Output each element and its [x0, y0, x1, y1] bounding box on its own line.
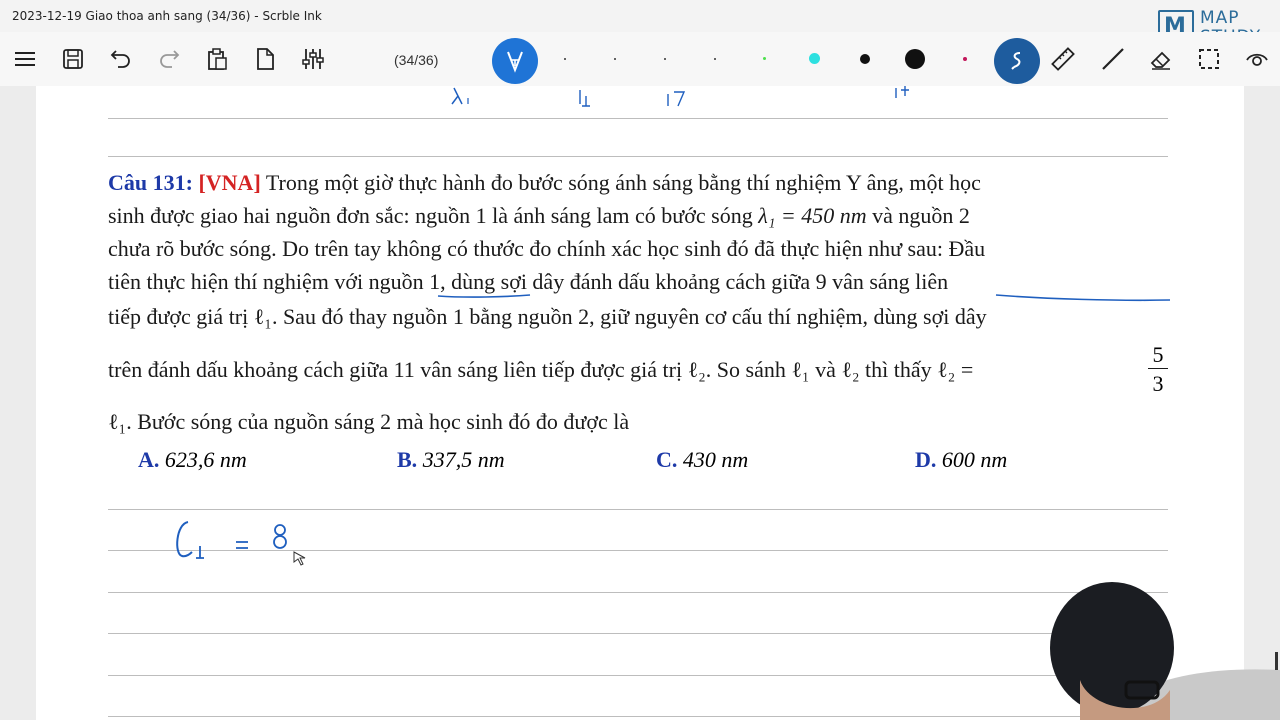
toolbar: (34/36) — [0, 32, 1280, 86]
color-dot-magenta[interactable] — [963, 57, 967, 61]
ruled-line — [108, 118, 1168, 119]
ruled-line — [108, 633, 1168, 634]
handwriting-work — [176, 521, 306, 566]
redo-icon[interactable] — [154, 44, 184, 74]
fraction-denominator: 3 — [1152, 371, 1164, 396]
question-label: Câu 131: — [108, 170, 193, 195]
ruled-line — [108, 592, 1168, 593]
stroke-size-dot[interactable] — [664, 58, 666, 60]
scrollbar-thumb[interactable] — [1275, 652, 1278, 670]
question-line-3: chưa rõ bước sóng. Do trên tay không có … — [108, 236, 986, 261]
lambda-expression: λ₁ = 450 nm — [758, 203, 867, 228]
question-line-6: trên đánh dấu khoảng cách giữa 11 vân sá… — [108, 357, 974, 382]
fraction-numerator: 5 — [1152, 342, 1164, 367]
title-bar: 2023-12-19 Giao thoa anh sang (34/36) - … — [0, 0, 1280, 32]
question-line-7: ℓ₁. Bước sóng của nguồn sáng 2 mà học si… — [108, 409, 630, 434]
stroke-size-dot[interactable] — [614, 58, 616, 60]
ruled-line — [108, 675, 1168, 676]
save-icon[interactable] — [58, 44, 88, 74]
settings-sliders-icon[interactable] — [298, 44, 328, 74]
question-line-1: Câu 131: [VNA] Trong một giờ thực hành đ… — [108, 170, 981, 195]
menu-icon[interactable] — [10, 44, 40, 74]
undo-icon[interactable] — [106, 44, 136, 74]
eraser-icon[interactable] — [1146, 44, 1176, 74]
select-icon[interactable] — [1194, 44, 1224, 74]
stroke-size-dot-large[interactable] — [905, 49, 925, 69]
logo-text-map: MAP — [1200, 8, 1240, 28]
stroke-size-dot[interactable] — [564, 58, 566, 60]
answer-d[interactable]: D. 600 nm — [915, 447, 1007, 473]
view-icon[interactable] — [1242, 44, 1272, 74]
page-indicator: (34/36) — [394, 52, 439, 68]
answer-c[interactable]: C. 430 nm — [656, 447, 748, 473]
stroke-size-dot-medium[interactable] — [860, 54, 870, 64]
question-line-2: sinh được giao hai nguồn đơn sắc: nguồn … — [108, 203, 970, 228]
answer-options: A. 623,6 nm B. 337,5 nm C. 430 nm D. 600… — [36, 447, 1244, 477]
stroke-size-dot[interactable] — [714, 58, 716, 60]
webcam-presenter — [1040, 570, 1280, 720]
answer-a[interactable]: A. 623,6 nm — [138, 447, 247, 473]
new-page-icon[interactable] — [250, 44, 280, 74]
lasso-icon[interactable] — [994, 38, 1040, 84]
line-icon[interactable] — [1098, 44, 1128, 74]
pen-icon[interactable] — [492, 38, 538, 84]
color-dot-cyan[interactable] — [809, 53, 820, 64]
clipboard-icon[interactable] — [202, 44, 232, 74]
window-title: 2023-12-19 Giao thoa anh sang (34/36) - … — [12, 9, 322, 23]
answer-b[interactable]: B. 337,5 nm — [397, 447, 505, 473]
ruler-icon[interactable] — [1048, 44, 1078, 74]
handwriting-top — [451, 86, 909, 107]
ruled-line — [108, 156, 1168, 157]
fraction: 5 3 — [1148, 342, 1168, 396]
ruled-line — [108, 716, 1168, 717]
ruled-line — [108, 509, 1168, 510]
handwritten-underline — [437, 294, 1171, 302]
color-dot-green[interactable] — [763, 57, 766, 60]
question-source: [VNA] — [198, 170, 261, 195]
